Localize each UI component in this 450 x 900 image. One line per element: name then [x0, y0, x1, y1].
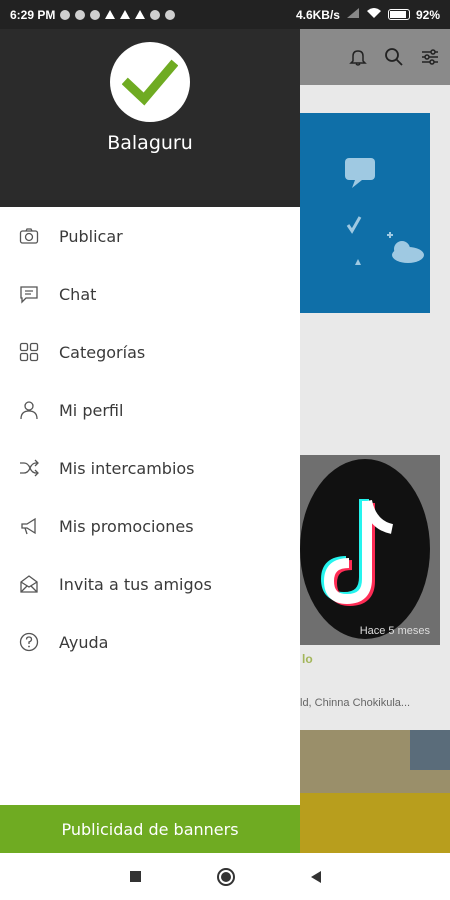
listing-image[interactable]	[300, 730, 450, 853]
facebook-icon	[90, 9, 101, 20]
navigation-drawer: Balaguru Publicar Chat Categorías Mi per…	[0, 29, 300, 853]
network-speed: 4.6KB/s	[295, 7, 340, 22]
listing-card[interactable]: Hace 5 meses	[300, 455, 440, 645]
notification-icon	[150, 9, 161, 20]
status-left: 6:29 PM	[10, 7, 176, 22]
menu-item-chat[interactable]: Chat	[0, 265, 300, 323]
recents-button[interactable]	[129, 871, 141, 882]
listing-description: ld, Chinna Chokikula...	[300, 697, 411, 709]
menu-item-publicar[interactable]: Publicar	[0, 207, 300, 265]
status-right: 4.6KB/s 92%	[296, 7, 440, 22]
status-time: 6:29 PM	[10, 7, 56, 22]
search-icon[interactable]	[384, 47, 404, 67]
menu-item-ayuda[interactable]: Ayuda	[0, 613, 300, 671]
shuffle-icon	[19, 458, 39, 478]
warning-icon	[120, 10, 131, 19]
image-region	[410, 730, 450, 770]
notification-icon	[75, 9, 86, 20]
wifi-icon	[366, 7, 382, 22]
menu-item-invita-amigos[interactable]: Invita a tus amigos	[0, 555, 300, 613]
checkmark-icon	[122, 59, 178, 106]
menu-item-categorias[interactable]: Categorías	[0, 323, 300, 381]
mail-icon	[19, 574, 39, 594]
home-button[interactable]	[216, 867, 235, 886]
menu-item-mi-perfil[interactable]: Mi perfil	[0, 381, 300, 439]
warning-icon	[135, 10, 146, 19]
menu-item-label: Mis intercambios	[59, 458, 195, 478]
drawer-menu: Publicar Chat Categorías Mi perfil Mis i…	[0, 207, 300, 671]
warning-icon	[105, 10, 116, 19]
grid-icon	[19, 342, 39, 362]
filter-icon[interactable]	[420, 47, 440, 67]
image-region	[300, 793, 450, 853]
menu-item-label: Publicar	[59, 226, 123, 246]
menu-item-label: Mis promociones	[59, 516, 194, 536]
system-nav-bar	[0, 853, 450, 900]
listing-title: lo	[302, 652, 313, 666]
camera-icon	[19, 226, 39, 246]
menu-item-label: Ayuda	[59, 632, 109, 652]
chat-icon	[19, 284, 39, 304]
signal-icon	[346, 7, 360, 22]
menu-item-label: Mi perfil	[59, 400, 124, 420]
menu-item-label: Categorías	[59, 342, 146, 362]
app-topbar	[300, 29, 450, 85]
menu-item-mis-intercambios[interactable]: Mis intercambios	[0, 439, 300, 497]
bell-icon[interactable]	[348, 47, 368, 67]
help-icon	[19, 632, 39, 652]
promo-illustration-icon	[345, 158, 424, 265]
trash-icon	[165, 9, 176, 20]
battery-percent: 92%	[415, 7, 440, 22]
megaphone-icon	[19, 516, 39, 536]
listing-time: Hace 5 meses	[359, 625, 430, 637]
status-bar: 6:29 PM 4.6KB/s 92%	[0, 0, 450, 29]
menu-item-label: Invita a tus amigos	[59, 574, 212, 594]
drawer-header: Balaguru	[0, 29, 300, 207]
notification-icon	[60, 9, 71, 20]
username[interactable]: Balaguru	[107, 132, 193, 154]
menu-item-label: Chat	[59, 284, 97, 304]
person-icon	[19, 400, 39, 420]
app-logo[interactable]	[110, 42, 190, 122]
back-button[interactable]	[310, 870, 321, 883]
promo-banner[interactable]	[300, 113, 430, 313]
tiktok-logo	[300, 459, 430, 639]
battery-icon	[387, 9, 410, 20]
menu-item-mis-promociones[interactable]: Mis promociones	[0, 497, 300, 555]
banner-ads-button[interactable]: Publicidad de banners	[0, 805, 300, 853]
